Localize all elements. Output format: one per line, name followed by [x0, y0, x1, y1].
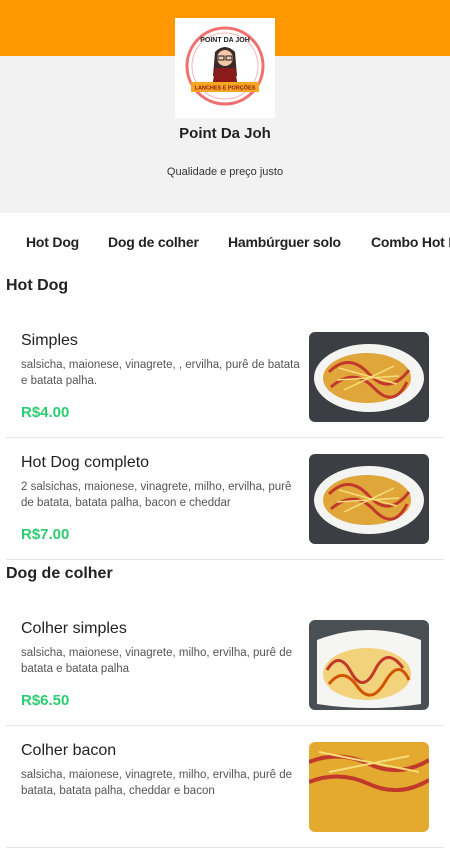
item-name: Hot Dog completo	[21, 454, 150, 471]
item-description: salsicha, maionese, vinagrete, milho, er…	[21, 647, 293, 675]
item-photo	[309, 620, 429, 710]
store-logo: POINT DA JOH LANCHES E PORÇÕES	[175, 18, 275, 118]
store-tagline: Qualidade e preço justo	[166, 166, 284, 178]
item-name: Colher bacon	[21, 742, 117, 759]
item-photo	[309, 332, 429, 422]
tab-dog-de-colher[interactable]: Dog de colher	[108, 234, 199, 250]
section-title-dog-de-colher: Dog de colher	[6, 565, 113, 582]
item-photo	[309, 742, 429, 832]
tab-hot-dog[interactable]: Hot Dog	[26, 234, 79, 250]
store-name: Point Da Joh	[179, 125, 271, 142]
tab-hamburguer-solo[interactable]: Hambúrguer solo	[228, 234, 341, 250]
item-price: R$4.00	[21, 404, 70, 421]
section-title-hot-dog: Hot Dog	[6, 277, 69, 294]
svg-text:POINT DA JOH: POINT DA JOH	[200, 37, 250, 44]
item-description: 2 salsichas, maionese, vinagrete, milho,…	[21, 481, 292, 509]
logo-image: POINT DA JOH LANCHES E PORÇÕES	[185, 26, 265, 106]
menu-item[interactable]: Colher simples salsicha, maionese, vinag…	[6, 604, 444, 726]
item-price: R$7.00	[21, 526, 70, 543]
item-photo	[309, 454, 429, 544]
tab-combo-hot-dog[interactable]: Combo Hot Dog	[371, 234, 450, 250]
item-name: Simples	[21, 332, 78, 349]
item-description: salsicha, maionese, vinagrete, , ervilha…	[21, 359, 300, 387]
item-price: R$6.50	[21, 692, 70, 709]
item-name: Colher simples	[21, 620, 127, 637]
menu-item[interactable]: Hot Dog completo 2 salsichas, maionese, …	[6, 438, 444, 560]
menu-item[interactable]: Simples salsicha, maionese, vinagrete, ,…	[6, 316, 444, 438]
item-description: salsicha, maionese, vinagrete, milho, er…	[21, 769, 293, 797]
svg-text:LANCHES E PORÇÕES: LANCHES E PORÇÕES	[195, 85, 256, 92]
menu-item[interactable]: Colher bacon salsicha, maionese, vinagre…	[6, 726, 444, 848]
store-header: POINT DA JOH LANCHES E PORÇÕES Point Da …	[0, 18, 450, 213]
category-nav: Hot Dog Dog de colher Hambúrguer solo Co…	[0, 213, 450, 269]
